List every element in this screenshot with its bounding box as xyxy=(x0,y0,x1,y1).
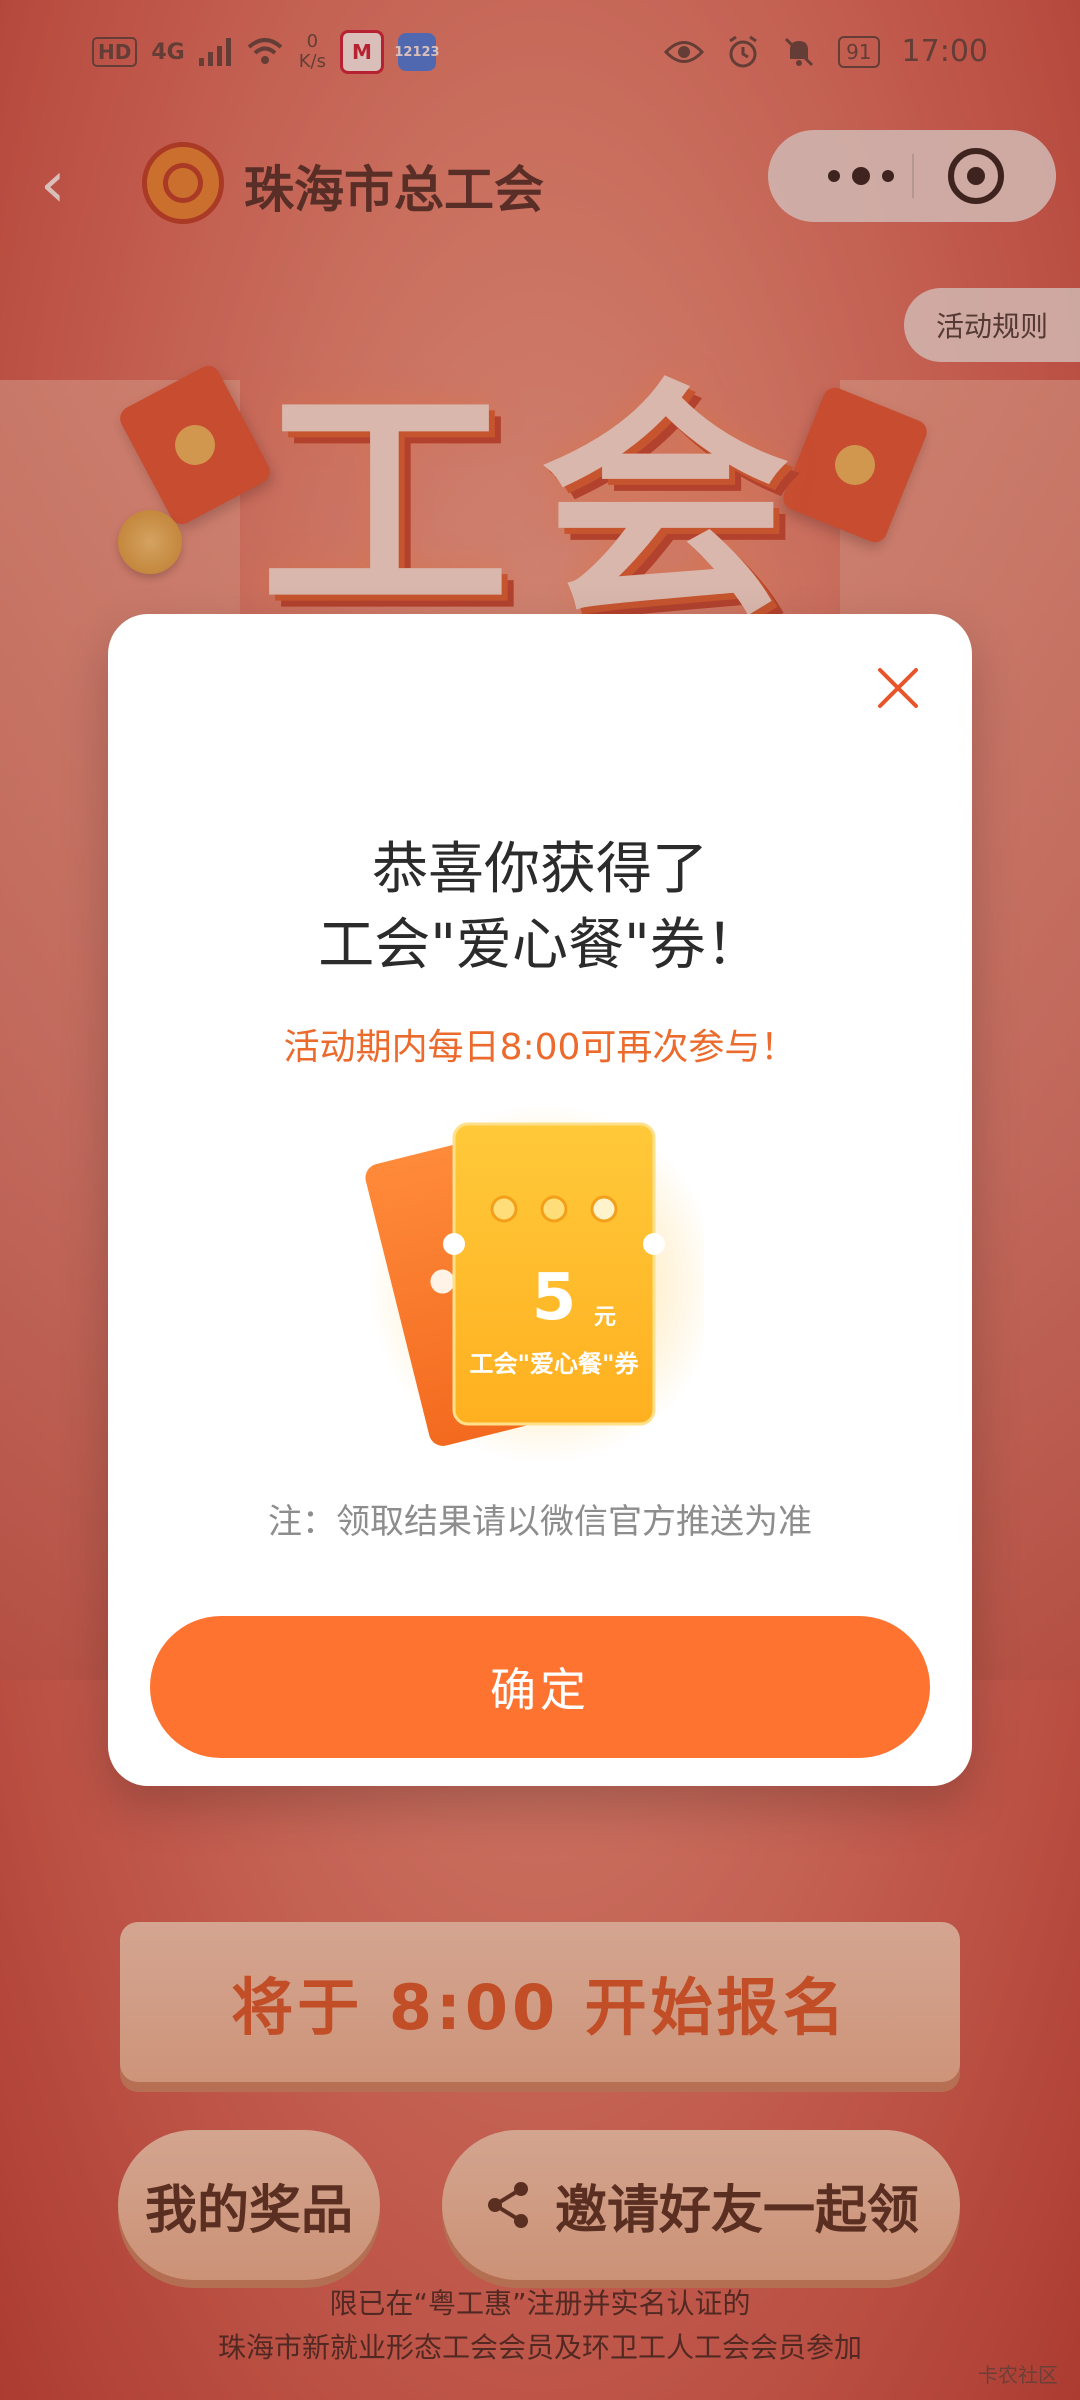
reward-modal: 恭喜你获得了 工会"爱心餐"券！ 活动期内每日8:00可再次参与！ 5 元 工会… xyxy=(108,614,972,1786)
close-icon[interactable] xyxy=(876,666,920,710)
modal-title-line-2: 工会"爱心餐"券！ xyxy=(318,913,762,978)
modal-title: 恭喜你获得了 工会"爱心餐"券！ xyxy=(108,832,972,984)
modal-title-line-1: 恭喜你获得了 xyxy=(372,837,708,902)
confirm-button[interactable]: 确定 xyxy=(150,1616,930,1758)
coupon-amount: 5 xyxy=(532,1261,577,1335)
coupon-unit: 元 xyxy=(594,1305,616,1330)
meal-coupon-ticket: 5 元 工会"爱心餐"券 xyxy=(365,1104,704,1464)
modal-note: 注：领取结果请以微信官方推送为准 xyxy=(268,1502,812,1542)
modal-subtitle: 活动期内每日8:00可再次参与！ xyxy=(283,1027,797,1068)
coupon-name: 工会"爱心餐"券 xyxy=(469,1350,639,1378)
